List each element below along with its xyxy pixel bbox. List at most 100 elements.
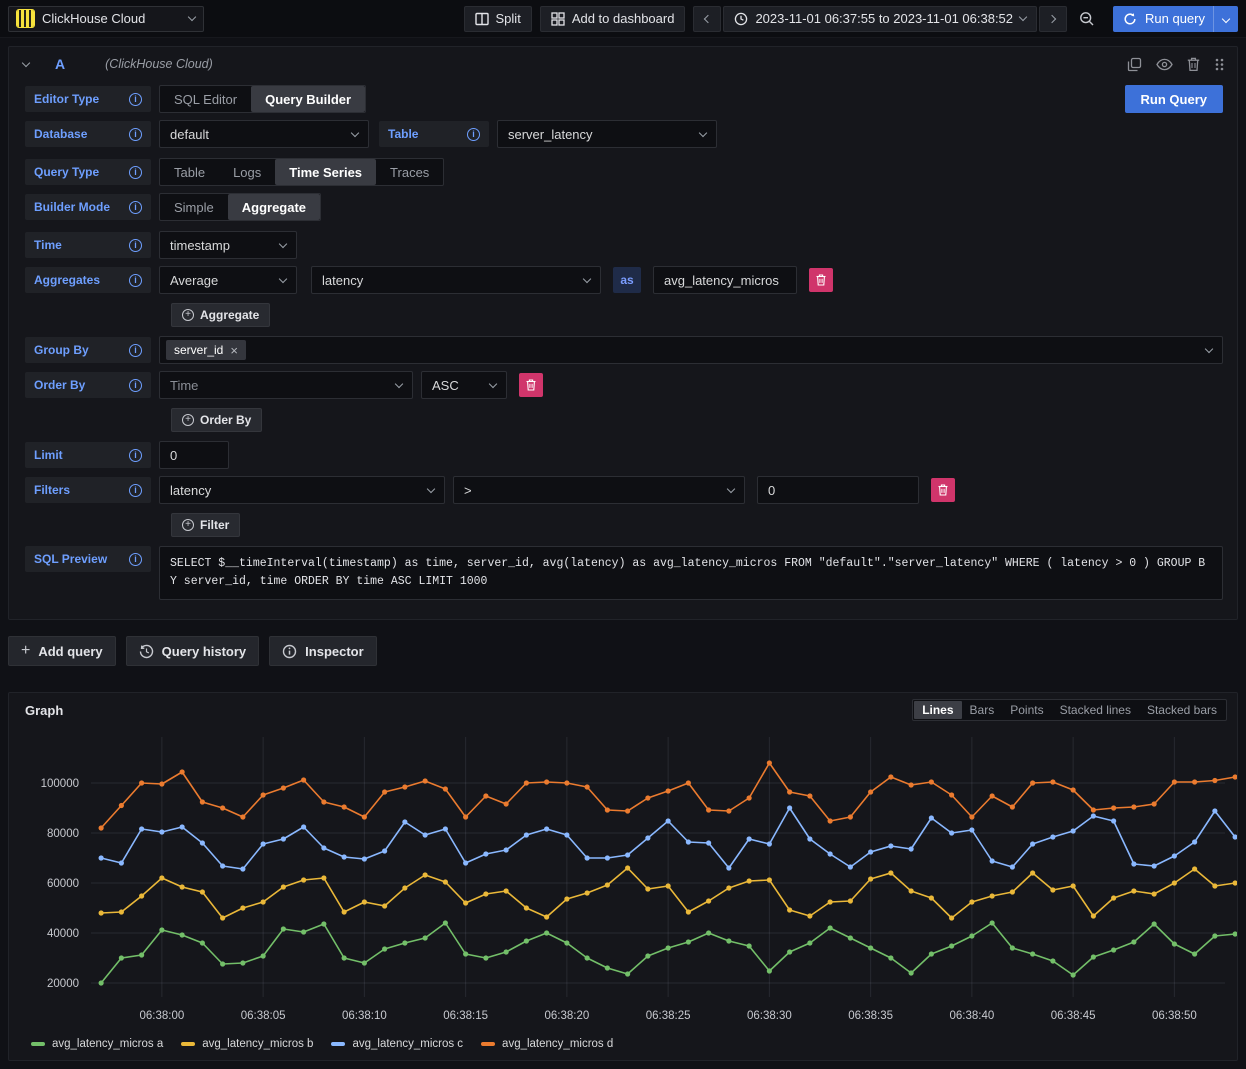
as-keyword-badge: as — [613, 267, 641, 293]
series-point-b — [463, 900, 468, 905]
series-point-c — [301, 824, 306, 829]
info-icon[interactable]: i — [129, 484, 142, 497]
series-point-d — [99, 825, 104, 830]
inspector-button[interactable]: Inspector — [269, 636, 377, 666]
remove-order-by-button[interactable] — [519, 373, 543, 397]
time-forward-button[interactable] — [1039, 6, 1067, 32]
group-by-tag[interactable]: server_id × — [166, 340, 246, 360]
legend-series-name: avg_latency_micros d — [502, 1038, 613, 1050]
series-point-b — [423, 872, 428, 877]
graph-panel: Graph Lines Bars Points Stacked lines St… — [8, 692, 1238, 1061]
info-icon[interactable]: i — [129, 239, 142, 252]
trash-icon — [526, 379, 536, 391]
order-by-label: Order By i — [25, 372, 151, 398]
datasource-picker[interactable]: ClickHouse Cloud — [8, 6, 204, 32]
add-filter-button[interactable]: + Filter — [171, 513, 240, 537]
aggregate-column-select[interactable]: latency — [311, 266, 601, 294]
series-point-b — [1091, 913, 1096, 918]
legend-item-b[interactable]: avg_latency_micros b — [181, 1038, 313, 1050]
table-select[interactable]: server_latency — [497, 120, 717, 148]
series-point-d — [848, 814, 853, 819]
series-point-c — [605, 855, 610, 860]
legend-item-a[interactable]: avg_latency_micros a — [31, 1038, 163, 1050]
limit-input[interactable]: 0 — [159, 441, 229, 469]
builder-mode-aggregate[interactable]: Aggregate — [228, 194, 320, 220]
editor-type-sql-editor[interactable]: SQL Editor — [160, 86, 251, 112]
zoom-out-button[interactable] — [1069, 6, 1105, 32]
info-icon[interactable]: i — [129, 449, 142, 462]
series-point-a — [686, 939, 691, 944]
info-icon[interactable]: i — [129, 274, 142, 287]
database-select[interactable]: default — [159, 120, 369, 148]
legend-series-swatch — [31, 1042, 45, 1046]
info-icon[interactable]: i — [129, 93, 142, 106]
collapse-chevron-icon[interactable] — [22, 58, 30, 66]
series-point-a — [666, 945, 671, 950]
series-point-d — [321, 799, 326, 804]
series-point-b — [180, 884, 185, 889]
series-point-d — [1050, 779, 1055, 784]
graph-mode-stacked-bars[interactable]: Stacked bars — [1139, 701, 1225, 719]
add-query-button[interactable]: + Add query — [8, 636, 116, 666]
x-axis-tick-label: 06:38:25 — [646, 1010, 691, 1022]
run-query-split-button[interactable]: Run query — [1113, 6, 1238, 32]
info-icon[interactable]: i — [129, 128, 142, 141]
remove-tag-icon[interactable]: × — [230, 343, 238, 358]
query-type-time-series[interactable]: Time Series — [275, 159, 376, 185]
split-button[interactable]: Split — [464, 6, 532, 32]
query-type-table[interactable]: Table — [160, 159, 219, 185]
legend-item-c[interactable]: avg_latency_micros c — [331, 1038, 463, 1050]
info-icon[interactable]: i — [129, 379, 142, 392]
series-point-c — [686, 839, 691, 844]
add-order-by-button[interactable]: + Order By — [171, 408, 262, 432]
info-icon[interactable]: i — [129, 201, 142, 214]
order-by-field-select[interactable]: Time — [159, 371, 413, 399]
filter-operator-select[interactable]: > — [453, 476, 745, 504]
series-point-b — [1111, 895, 1116, 900]
order-by-direction-select[interactable]: ASC — [421, 371, 507, 399]
series-point-c — [1131, 861, 1136, 866]
add-to-dashboard-button[interactable]: Add to dashboard — [540, 6, 686, 32]
hide-query-eye-icon[interactable] — [1156, 58, 1173, 71]
query-type-row: Query Type i Table Logs Time Series Trac… — [25, 158, 1223, 186]
time-column-select[interactable]: timestamp — [159, 231, 297, 259]
series-point-c — [342, 854, 347, 859]
series-point-d — [605, 807, 610, 812]
graph-mode-lines[interactable]: Lines — [914, 701, 961, 719]
info-icon[interactable]: i — [129, 553, 142, 566]
filters-label: Filters i — [25, 477, 151, 503]
chevron-down-icon[interactable] — [1222, 14, 1230, 22]
query-history-button[interactable]: Query history — [126, 636, 260, 666]
add-aggregate-button[interactable]: + Aggregate — [171, 303, 270, 327]
remove-filter-button[interactable] — [931, 478, 955, 502]
builder-mode-simple[interactable]: Simple — [160, 194, 228, 220]
editor-type-query-builder[interactable]: Query Builder — [251, 86, 365, 112]
query-type-traces[interactable]: Traces — [376, 159, 443, 185]
info-icon[interactable]: i — [129, 166, 142, 179]
chart-canvas[interactable]: 2000040000600008000010000006:38:0006:38:… — [9, 729, 1237, 1029]
series-point-c — [868, 849, 873, 854]
filter-field-select[interactable]: latency — [159, 476, 445, 504]
time-back-button[interactable] — [693, 6, 721, 32]
database-label: Database i — [25, 121, 151, 147]
duplicate-query-icon[interactable] — [1127, 57, 1142, 72]
series-point-a — [1212, 933, 1217, 938]
legend-item-d[interactable]: avg_latency_micros d — [481, 1038, 613, 1050]
aggregate-function-select[interactable]: Average — [159, 266, 297, 294]
info-icon[interactable]: i — [467, 128, 480, 141]
query-type-logs[interactable]: Logs — [219, 159, 275, 185]
time-range-picker[interactable]: 2023-11-01 06:37:55 to 2023-11-01 06:38:… — [723, 6, 1037, 32]
graph-mode-points[interactable]: Points — [1002, 701, 1051, 719]
remove-aggregate-button[interactable] — [809, 268, 833, 292]
graph-mode-stacked-lines[interactable]: Stacked lines — [1052, 701, 1139, 719]
delete-query-trash-icon[interactable] — [1187, 57, 1200, 72]
drag-handle-icon[interactable] — [1214, 57, 1225, 72]
group-by-multiselect[interactable]: server_id × — [159, 336, 1223, 364]
series-point-c — [585, 855, 590, 860]
aggregate-alias-input[interactable]: avg_latency_micros — [653, 266, 797, 294]
run-query-button[interactable]: Run Query — [1125, 85, 1223, 113]
filter-value-input[interactable]: 0 — [757, 476, 919, 504]
graph-mode-bars[interactable]: Bars — [962, 701, 1003, 719]
info-icon[interactable]: i — [129, 344, 142, 357]
query-datasource-hint: (ClickHouse Cloud) — [105, 57, 213, 71]
